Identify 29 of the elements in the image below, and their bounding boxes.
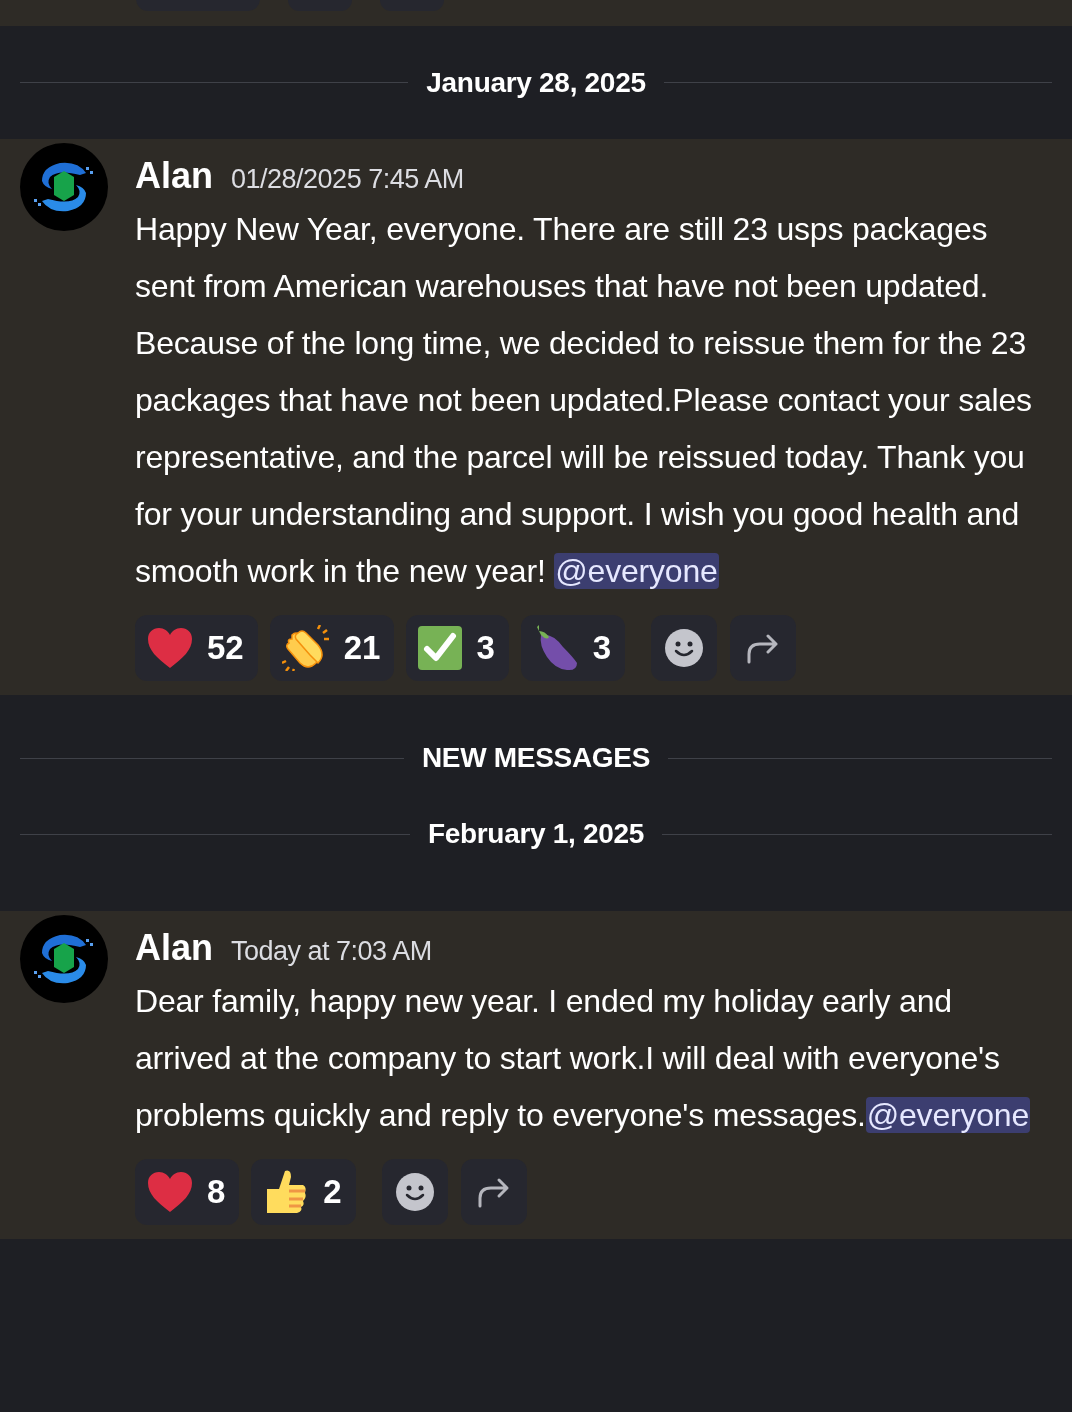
smiley-icon (395, 1173, 434, 1211)
reaction-button[interactable]: 3 (520, 615, 626, 681)
date-divider-label: January 28, 2025 (426, 65, 646, 100)
smiley-icon (665, 629, 704, 667)
add-reaction-button[interactable] (381, 1159, 448, 1225)
reaction-button[interactable]: 52 (135, 615, 258, 681)
mention-tag[interactable]: @everyone (865, 1097, 1031, 1133)
reaction-button[interactable]: 3 (406, 615, 509, 681)
reaction-button[interactable]: 21 (269, 615, 395, 681)
mention-tag[interactable]: @everyone (554, 553, 719, 589)
check-mark-icon (418, 626, 463, 670)
date-divider-label: February 1, 2025 (427, 817, 645, 851)
message-text: Dear family, happy new year. I ended my holiday early and arrived at the company to start work.I will deal with everyone's problems quickly and reply to everyone's messages.@everyone (135, 982, 1032, 1135)
timestamp: Today at 7:03 AM (231, 935, 432, 968)
reaction-button[interactable]: 8 (135, 1159, 240, 1225)
new-messages-label: NEW MESSAGES (421, 741, 651, 775)
heart-icon (147, 627, 193, 669)
forward-button[interactable] (460, 1159, 527, 1225)
heart-icon (147, 1171, 193, 1213)
add-reaction-button[interactable] (651, 615, 718, 681)
timestamp: 01/28/2025 7:45 AM (231, 163, 464, 196)
avatar[interactable] (20, 143, 108, 231)
message-text: Happy New Year, everyone. There are still 23 usps packages sent from American warehouses that have not been updated. Because of the long time, we decided to reissue them for the 23 packages that have not been updated.Please contact your sales representative, and the parcel will be reissued today. Thank you for your understanding and support. I wish you good health and smooth work in the new year! @everyone (135, 210, 1033, 591)
avatar[interactable] (20, 915, 108, 1003)
curved-arrow-icon (476, 1176, 511, 1208)
username[interactable]: Alan (135, 921, 213, 975)
forward-button[interactable] (730, 615, 797, 681)
username[interactable]: Alan (135, 149, 213, 203)
reaction-button[interactable]: 2 (251, 1159, 356, 1225)
